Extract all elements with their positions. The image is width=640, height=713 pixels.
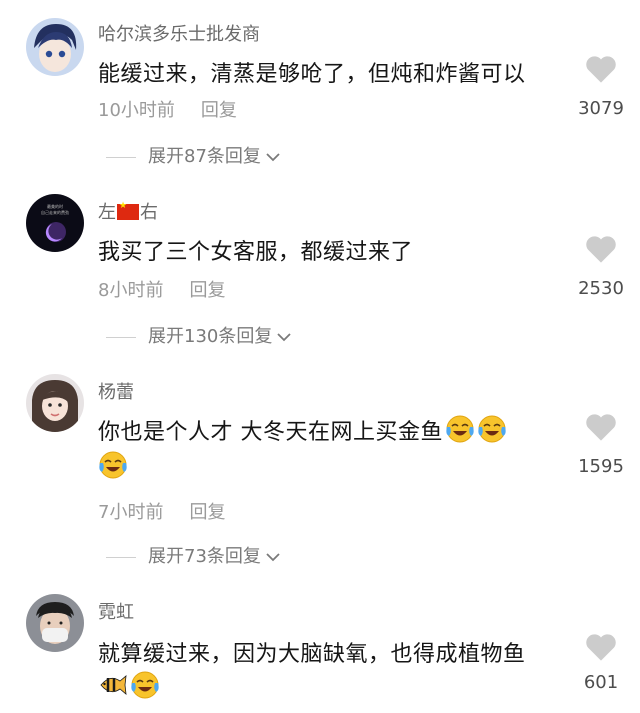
chevron-down-icon <box>276 327 292 348</box>
comment-text: 我买了三个女客服，都缓过来了 <box>98 240 414 265</box>
expand-replies[interactable]: 展开130条回复 <box>106 322 292 348</box>
like-count: 2530 <box>578 278 624 299</box>
timestamp: 7小时前 <box>98 502 164 523</box>
divider <box>106 556 136 558</box>
comment-text-continued <box>98 670 160 701</box>
chevron-down-icon <box>265 547 281 568</box>
avatar[interactable] <box>26 594 84 652</box>
divider <box>106 156 136 158</box>
tears-of-joy-emoji <box>98 450 128 480</box>
username[interactable]: 左右 <box>98 198 158 224</box>
like-count: 601 <box>583 672 619 693</box>
expand-label: 展开87条回复 <box>148 146 261 167</box>
username-part: 右 <box>140 202 158 223</box>
avatar[interactable]: 最美的时 自己走来的费劲 <box>26 194 84 252</box>
china-flag-icon <box>117 201 139 220</box>
reply-button[interactable]: 回复 <box>201 100 237 121</box>
comment-meta: 7小时前 回复 <box>98 498 225 524</box>
avatar-caption: 自己走来的费劲 <box>41 209 69 215</box>
comment-text-body: 你也是个人才 大冬天在网上买金鱼 <box>98 420 443 445</box>
like-button[interactable]: 3079 <box>571 54 631 119</box>
expand-replies[interactable]: 展开73条回复 <box>106 542 281 568</box>
comment-text-continued <box>98 450 128 481</box>
expand-replies[interactable]: 展开87条回复 <box>106 142 281 168</box>
heart-icon[interactable] <box>571 234 631 264</box>
tears-of-joy-emoji <box>130 670 160 700</box>
comment-meta: 8小时前 回复 <box>98 276 225 302</box>
heart-icon[interactable] <box>571 412 631 442</box>
comment-text: 你也是个人才 大冬天在网上买金鱼 <box>98 414 507 446</box>
avatar[interactable] <box>26 374 84 432</box>
like-count: 3079 <box>578 98 624 119</box>
timestamp: 10小时前 <box>98 100 175 121</box>
expand-label: 展开73条回复 <box>148 546 261 567</box>
chevron-down-icon <box>265 147 281 168</box>
divider <box>106 336 136 338</box>
username[interactable]: 哈尔滨多乐士批发商 <box>98 20 260 46</box>
tears-of-joy-emoji <box>477 414 507 444</box>
comment-text: 能缓过来，清蒸是够呛了，但炖和炸酱可以 <box>98 62 526 87</box>
like-button[interactable]: 601 <box>571 632 631 693</box>
like-button[interactable]: 2530 <box>571 234 631 299</box>
username[interactable]: 霓虹 <box>98 598 134 624</box>
avatar-caption: 最美的时 <box>47 203 63 209</box>
expand-label: 展开130条回复 <box>148 326 273 347</box>
username-part: 左 <box>98 202 116 223</box>
heart-icon[interactable] <box>571 54 631 84</box>
reply-button[interactable]: 回复 <box>189 280 225 301</box>
tears-of-joy-emoji <box>445 414 475 444</box>
reply-button[interactable]: 回复 <box>189 502 225 523</box>
comment-text: 就算缓过来，因为大脑缺氧，也得成植物鱼 <box>98 642 526 667</box>
username[interactable]: 杨蕾 <box>98 378 134 404</box>
timestamp: 8小时前 <box>98 280 164 301</box>
avatar[interactable] <box>26 18 84 76</box>
comment-meta: 10小时前 回复 <box>98 96 237 122</box>
like-count: 1595 <box>578 456 624 477</box>
tropical-fish-emoji <box>98 670 128 700</box>
like-button[interactable]: 1595 <box>571 412 631 477</box>
heart-icon[interactable] <box>571 632 631 662</box>
